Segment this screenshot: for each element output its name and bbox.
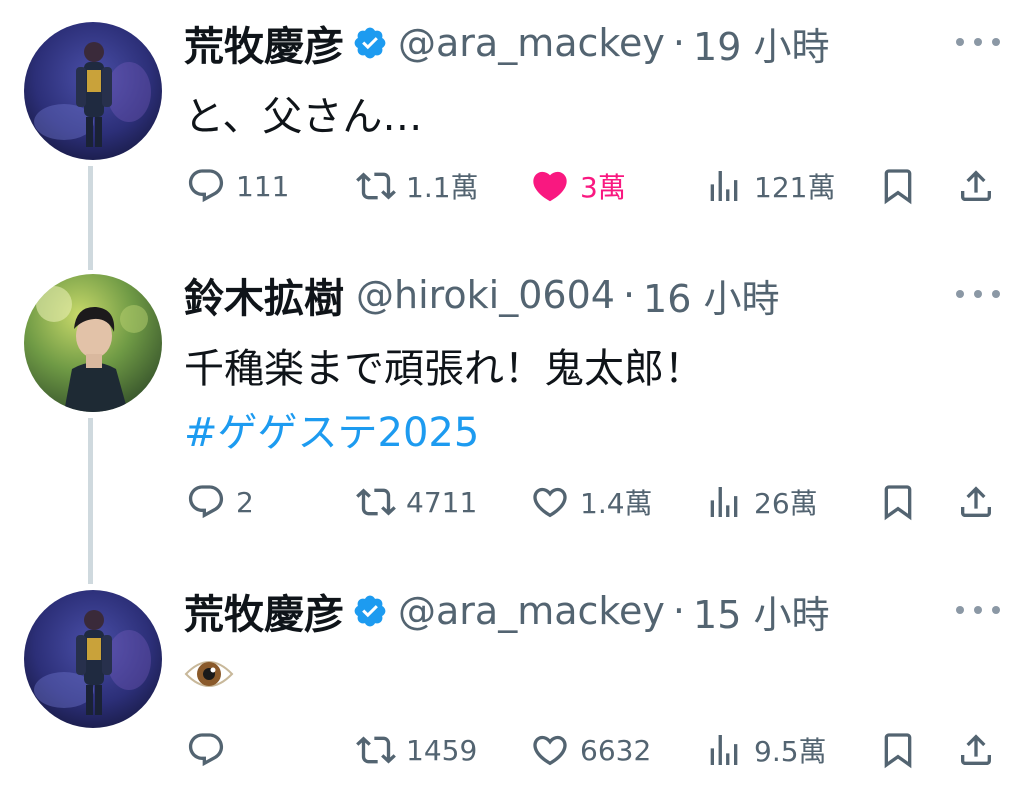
like-count: 6632 bbox=[580, 733, 652, 767]
views-count: 121萬 bbox=[754, 171, 836, 204]
retweet-count: 4711 bbox=[406, 485, 478, 519]
reply-count: 111 bbox=[236, 169, 290, 203]
like-button[interactable]: 3萬 bbox=[530, 164, 626, 208]
tweet-header: 荒牧慶彦 @ara_mackey · 15 小時 bbox=[184, 584, 829, 639]
retweet-button[interactable]: 1459 bbox=[356, 728, 477, 772]
thread-line bbox=[88, 418, 93, 584]
tweet-text: と、父さん… bbox=[184, 94, 423, 140]
more-icon[interactable] bbox=[956, 284, 1000, 304]
reply-count: 2 bbox=[236, 485, 254, 519]
like-button[interactable]: 6632 bbox=[530, 728, 651, 772]
views-icon bbox=[710, 171, 738, 201]
verified-badge-icon bbox=[352, 25, 388, 61]
retweet-count: 1459 bbox=[406, 733, 478, 767]
reply-button[interactable] bbox=[186, 728, 236, 772]
handle[interactable]: @hiroki_0604 bbox=[356, 273, 615, 317]
retweet-count: 1.1萬 bbox=[406, 171, 479, 204]
views-count: 9.5萬 bbox=[754, 735, 827, 768]
display-name[interactable]: 荒牧慶彦 bbox=[184, 14, 344, 72]
share-icon[interactable] bbox=[956, 730, 996, 770]
more-icon[interactable] bbox=[956, 600, 1000, 620]
reply-icon bbox=[188, 169, 224, 203]
heart-filled-icon bbox=[533, 171, 567, 202]
retweet-icon bbox=[356, 172, 396, 200]
verified-badge-icon bbox=[352, 593, 388, 629]
display-name[interactable]: 荒牧慶彦 bbox=[184, 582, 344, 640]
reply-icon bbox=[188, 485, 224, 519]
timestamp[interactable]: 16 小時 bbox=[643, 268, 779, 323]
views-icon bbox=[710, 487, 738, 517]
like-count: 1.4萬 bbox=[580, 487, 653, 520]
separator: · bbox=[672, 589, 686, 633]
separator: · bbox=[672, 21, 686, 65]
avatar[interactable] bbox=[24, 22, 162, 160]
reply-icon bbox=[188, 733, 224, 767]
views-count: 26萬 bbox=[754, 487, 818, 520]
thread-line bbox=[88, 166, 93, 270]
views-button[interactable]: 121萬 bbox=[704, 164, 835, 208]
reply-button[interactable]: 2 bbox=[186, 480, 254, 524]
retweet-icon bbox=[356, 488, 396, 516]
avatar[interactable] bbox=[24, 274, 162, 412]
tweet-header: 鈴木拡樹 @hiroki_0604 · 16 小時 bbox=[184, 268, 779, 323]
retweet-button[interactable]: 1.1萬 bbox=[356, 164, 479, 208]
bookmark-icon[interactable] bbox=[878, 730, 918, 770]
eye-emoji-icon bbox=[184, 661, 234, 687]
heart-icon bbox=[533, 735, 567, 766]
hashtag-link[interactable]: #ゲゲステ2025 bbox=[184, 400, 479, 458]
tweet-header: 荒牧慶彦 @ara_mackey · 19 小時 bbox=[184, 16, 829, 71]
share-icon[interactable] bbox=[956, 166, 996, 206]
handle[interactable]: @ara_mackey bbox=[398, 21, 665, 65]
tweet-text: 千穐楽まで頑張れ！鬼太郎！ bbox=[184, 346, 704, 392]
retweet-icon bbox=[356, 736, 396, 764]
separator: · bbox=[622, 273, 636, 317]
tweet-text bbox=[184, 652, 234, 706]
timestamp[interactable]: 19 小時 bbox=[693, 16, 829, 71]
heart-icon bbox=[533, 487, 567, 518]
display-name[interactable]: 鈴木拡樹 bbox=[184, 266, 344, 324]
like-button[interactable]: 1.4萬 bbox=[530, 480, 653, 524]
share-icon[interactable] bbox=[956, 482, 996, 522]
retweet-button[interactable]: 4711 bbox=[356, 480, 477, 524]
reply-button[interactable]: 111 bbox=[186, 164, 289, 208]
views-button[interactable]: 9.5萬 bbox=[704, 728, 827, 772]
views-icon bbox=[710, 735, 738, 765]
avatar[interactable] bbox=[24, 590, 162, 728]
bookmark-icon[interactable] bbox=[878, 482, 918, 522]
bookmark-icon[interactable] bbox=[878, 166, 918, 206]
timestamp[interactable]: 15 小時 bbox=[693, 584, 829, 639]
more-icon[interactable] bbox=[956, 32, 1000, 52]
handle[interactable]: @ara_mackey bbox=[398, 589, 665, 633]
like-count: 3萬 bbox=[580, 171, 626, 204]
views-button[interactable]: 26萬 bbox=[704, 480, 818, 524]
